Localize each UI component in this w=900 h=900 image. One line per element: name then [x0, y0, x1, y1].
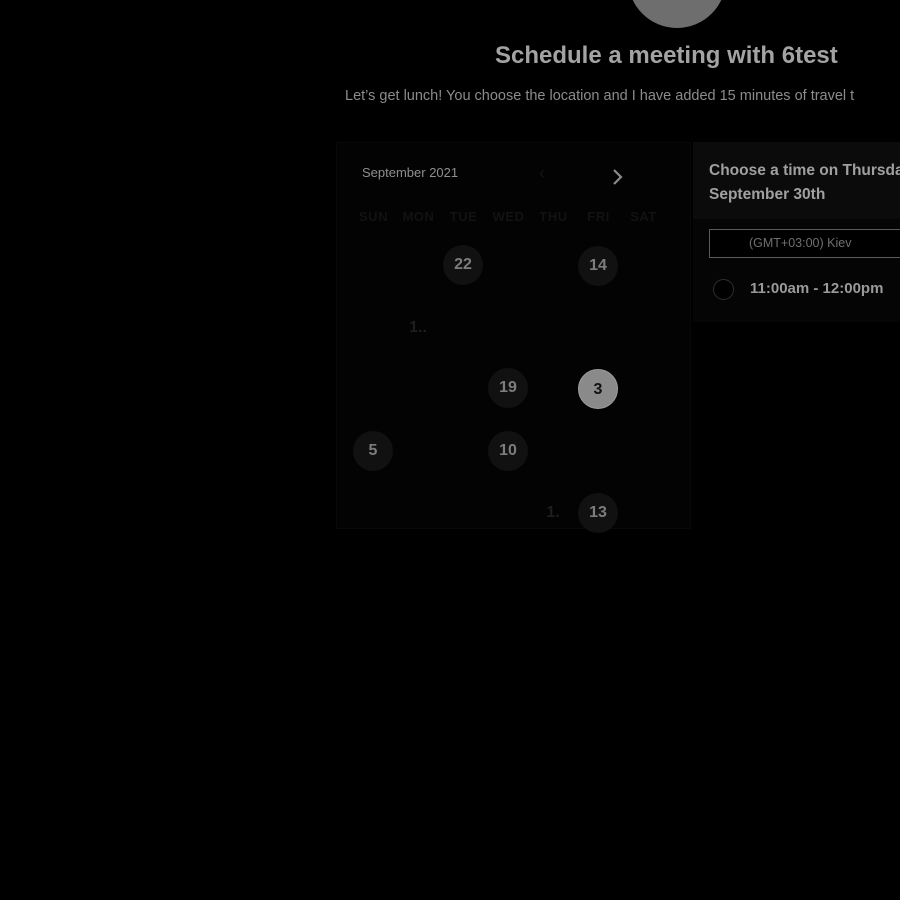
- weekday-label: WED: [492, 209, 525, 224]
- avatar: [628, 0, 726, 28]
- calendar-day[interactable]: 5: [353, 431, 393, 471]
- page-title: Schedule a meeting with 6test: [495, 42, 838, 69]
- calendar-day[interactable]: 1.: [533, 493, 573, 533]
- timezone-select[interactable]: (GMT+03:00) Kiev: [709, 229, 900, 258]
- weekday-header: SUN MON TUE WED THU FRI SAT: [351, 209, 666, 224]
- calendar-day[interactable]: 13: [578, 493, 618, 533]
- weekday-label: FRI: [587, 209, 610, 224]
- time-slot-label: 11:00am - 12:00pm: [750, 280, 884, 297]
- calendar-day[interactable]: 19: [488, 368, 528, 408]
- calendar-day[interactable]: 14: [578, 246, 618, 286]
- weekday-label: SAT: [630, 209, 657, 224]
- time-panel-header: Choose a time on Thursday, September 30t…: [693, 142, 900, 219]
- time-slot[interactable]: 11:00am - 12:00pm: [713, 278, 900, 302]
- chevron-right-icon[interactable]: [609, 167, 627, 187]
- weekday-label: THU: [539, 209, 568, 224]
- calendar-day[interactable]: 10: [488, 431, 528, 471]
- weekday-label: SUN: [359, 209, 388, 224]
- calendar-day[interactable]: 22: [443, 245, 483, 285]
- weekday-label: MON: [402, 209, 435, 224]
- scheduling-page: Schedule a meeting with 6test Let’s get …: [0, 0, 900, 900]
- page-description: Let’s get lunch! You choose the location…: [345, 88, 855, 104]
- calendar-panel: September 2021 ‹ SUN MON TUE WED THU FRI…: [336, 142, 691, 533]
- calendar-month-label: September 2021: [362, 165, 459, 180]
- time-slot-radio[interactable]: [713, 279, 734, 300]
- calendar-day-selected[interactable]: 3: [578, 369, 618, 409]
- chevron-left-icon[interactable]: ‹: [535, 163, 549, 183]
- time-panel: Choose a time on Thursday, September 30t…: [693, 142, 900, 322]
- calendar-day[interactable]: 1..: [398, 308, 438, 348]
- weekday-label: TUE: [449, 209, 478, 224]
- time-panel-heading: Choose a time on Thursday, September 30t…: [709, 162, 900, 203]
